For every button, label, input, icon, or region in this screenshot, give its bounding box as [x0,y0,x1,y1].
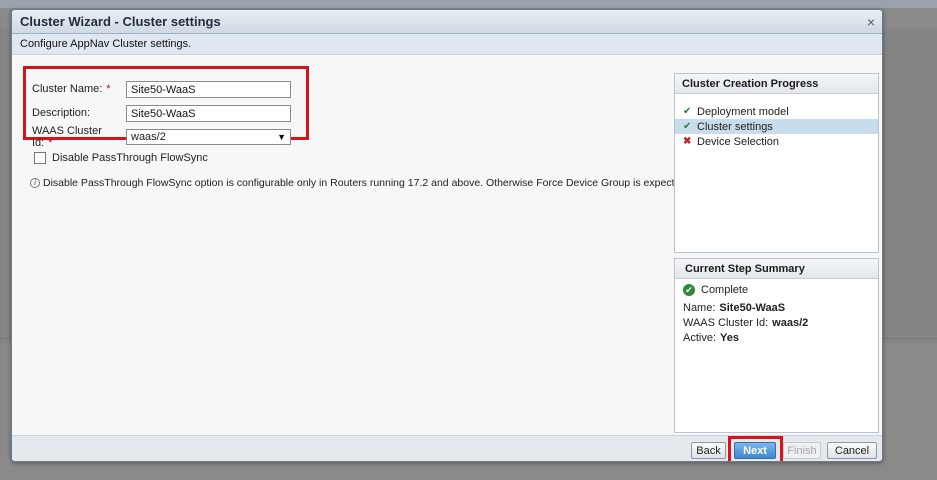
dialog-titlebar: Cluster Wizard - Cluster settings × [12,10,882,34]
finish-button: Finish [783,442,821,459]
summary-status-text: Complete [701,283,749,296]
passthrough-checkbox[interactable] [34,152,46,164]
summary-active: Active: Yes [683,331,739,344]
summary-panel: Current Step Summary ✔ Complete Name: Sit… [674,258,879,433]
close-icon[interactable]: × [860,14,882,30]
cluster-name-label: Cluster Name: * [32,83,111,95]
next-button[interactable]: Next [734,442,776,459]
chevron-down-icon: ▼ [277,132,286,142]
cluster-id-select[interactable]: waas/2 ▼ [126,129,291,145]
dialog-footer: Back Next Finish Cancel [12,435,882,461]
check-icon: ✔ [683,106,692,117]
cancel-button[interactable]: Cancel [827,442,877,459]
cluster-id-select-value: waas/2 [131,131,166,143]
required-marker: * [106,83,111,95]
step-label: Deployment model [697,105,789,118]
required-marker: * [48,137,53,149]
description-input[interactable] [126,105,291,122]
dialog-subtitle: Configure AppNav Cluster settings. [12,34,882,55]
check-icon: ✔ [683,121,692,132]
passthrough-label: Disable PassThrough FlowSync [52,152,208,164]
summary-name-value: Site50-WaaS [719,301,786,314]
back-button[interactable]: Back [691,442,726,459]
summary-status: ✔ Complete [675,282,878,297]
info-icon: i [30,178,40,188]
step-label: Cluster settings [697,120,773,133]
summary-cluster-id-value: waas/2 [772,316,809,329]
step-deployment-model: ✔ Deployment model [675,104,878,119]
progress-panel: Cluster Creation Progress ✔ Deployment m… [674,73,879,253]
step-device-selection: ✖ Device Selection [675,134,878,149]
progress-panel-title: Cluster Creation Progress [675,74,878,94]
info-note: i Disable PassThrough FlowSync option is… [30,177,689,189]
cluster-id-label: WAAS Cluster Id: * [32,125,102,149]
dialog-content: Cluster Name:* Description: WAAS Cluster… [12,56,882,435]
description-row: Description: [32,104,125,122]
cluster-name-input[interactable] [126,81,291,98]
app-top-bar [0,0,937,8]
summary-active-value: Yes [720,331,739,344]
summary-cluster-id: WAAS Cluster Id: waas/2 [683,316,809,329]
cluster-wizard-dialog: Cluster Wizard - Cluster settings × Conf… [11,9,883,462]
step-cluster-settings: ✔ Cluster settings [675,119,878,134]
x-icon: ✖ [683,136,692,147]
cluster-name-row: Cluster Name: * [32,80,125,98]
check-circle-icon: ✔ [683,283,695,296]
summary-panel-title: Current Step Summary [675,259,878,279]
step-label: Device Selection [697,135,779,148]
cluster-id-row: WAAS Cluster Id: * [32,125,125,149]
passthrough-checkbox-row[interactable]: Disable PassThrough FlowSync [34,152,208,164]
info-text: Disable PassThrough FlowSync option is c… [43,177,690,189]
dialog-title: Cluster Wizard - Cluster settings [20,14,221,29]
description-label: Description: [32,107,91,119]
summary-name: Name: Site50-WaaS [683,301,786,314]
